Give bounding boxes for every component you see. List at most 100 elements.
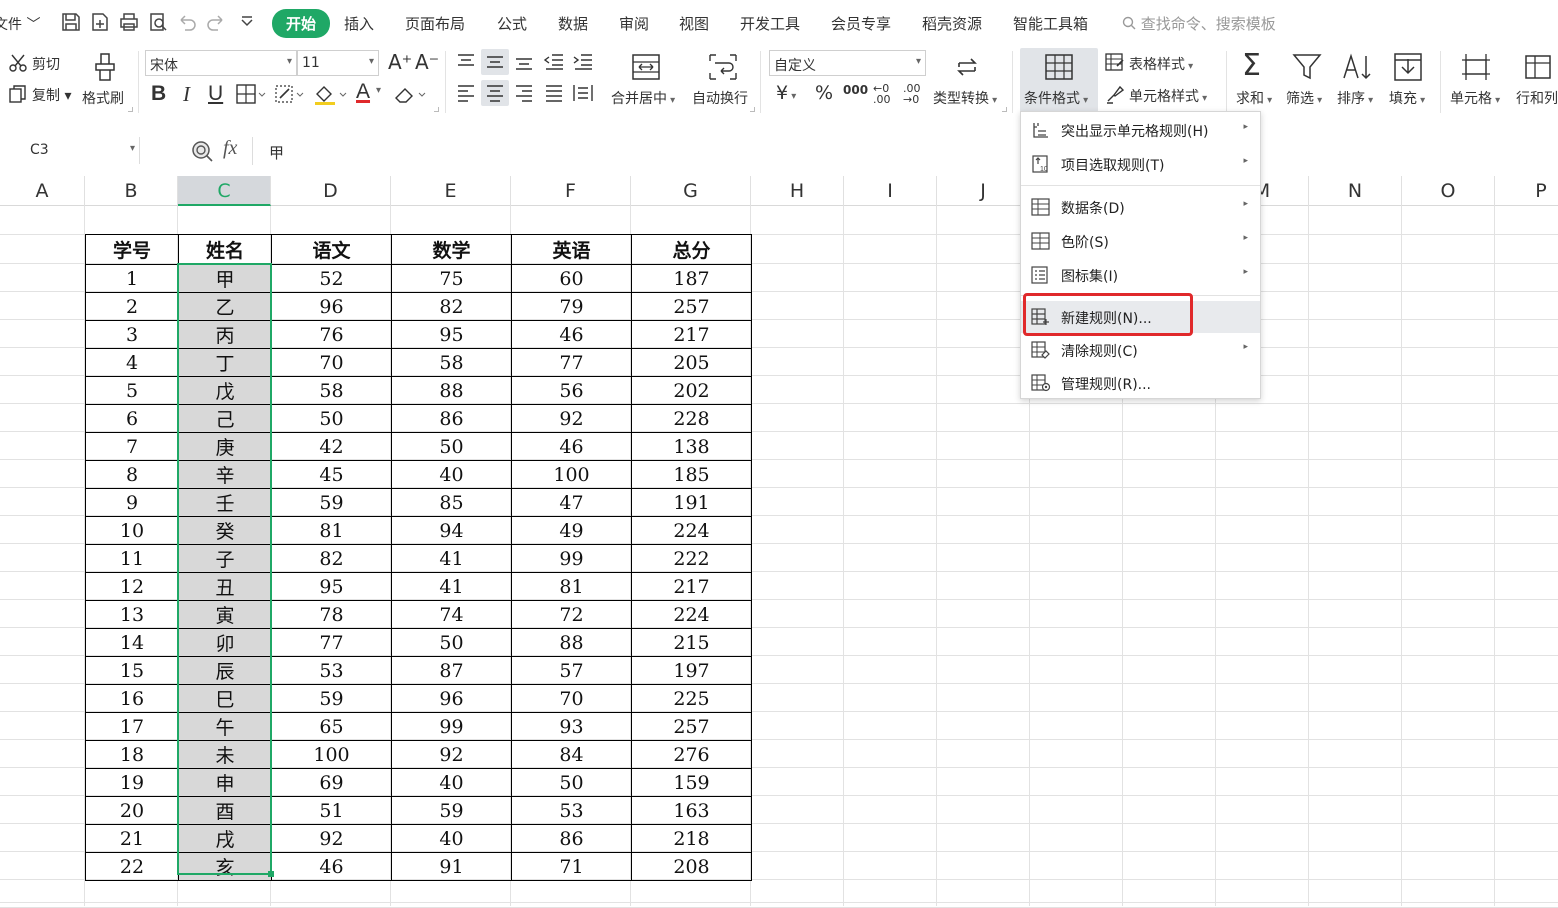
tab-home[interactable]: 开始 [272, 9, 331, 38]
border-icon[interactable] [236, 84, 266, 104]
alignment-group-launcher[interactable] [750, 107, 755, 112]
menu-item-color-scales[interactable]: 色阶(S) ▸ [1021, 225, 1260, 257]
table-cell[interactable]: 60 [511, 264, 632, 293]
column-header-o[interactable]: O [1402, 176, 1495, 206]
column-header-i[interactable]: I [844, 176, 937, 206]
menu-item-manage-rules[interactable]: 管理规则(R)... [1021, 367, 1260, 399]
decrease-indent-icon[interactable] [543, 52, 565, 72]
number-format-select[interactable]: 自定义 ▾ [769, 50, 926, 76]
table-cell[interactable]: 257 [631, 292, 752, 321]
percent-icon[interactable]: % [815, 82, 833, 104]
table-cell[interactable]: 70 [511, 684, 632, 713]
table-cell[interactable]: 58 [391, 348, 512, 377]
column-header-e[interactable]: E [391, 176, 511, 206]
table-header-cell[interactable]: 姓名 [178, 234, 272, 265]
table-cell[interactable]: 子 [178, 544, 272, 573]
tab-data[interactable]: 数据 [558, 13, 588, 34]
table-cell[interactable]: 3 [85, 320, 179, 349]
increase-font-size-icon[interactable]: A⁺ [388, 50, 412, 74]
cut-button[interactable]: 剪切 [8, 53, 68, 75]
tab-insert[interactable]: 插入 [344, 13, 374, 34]
row-col-button[interactable]: 行和列 [1514, 50, 1558, 110]
table-cell[interactable]: 138 [631, 432, 752, 461]
menu-item-top-bottom-rules[interactable]: 10 项目选取规则(T) ▸ [1021, 148, 1260, 180]
table-cell[interactable]: 45 [271, 460, 392, 489]
table-cell[interactable]: 甲 [178, 264, 272, 293]
tab-review[interactable]: 审阅 [619, 13, 649, 34]
increase-indent-icon[interactable] [572, 52, 594, 72]
cell-button[interactable]: 单元格 ▾ [1448, 50, 1508, 110]
align-right-icon[interactable] [513, 83, 535, 103]
tab-view[interactable]: 视图 [679, 13, 709, 34]
table-cell[interactable]: 4 [85, 348, 179, 377]
table-cell[interactable]: 40 [391, 460, 512, 489]
table-cell[interactable]: 53 [511, 796, 632, 825]
table-cell[interactable]: 228 [631, 404, 752, 433]
decrease-font-size-icon[interactable]: A⁻ [415, 50, 439, 74]
quick-access-dropdown-icon[interactable] [236, 11, 258, 33]
wrap-text-button[interactable]: 自动换行 [692, 50, 754, 110]
table-cell[interactable]: 癸 [178, 516, 272, 545]
filter-button[interactable]: 筛选 ▾ [1284, 50, 1334, 110]
print-icon[interactable] [118, 11, 140, 33]
format-painter-button[interactable]: 格式刷 [82, 50, 132, 110]
print-preview-icon[interactable] [147, 11, 169, 33]
table-cell[interactable]: 92 [391, 740, 512, 769]
table-cell[interactable]: 壬 [178, 488, 272, 517]
table-cell[interactable]: 276 [631, 740, 752, 769]
table-cell[interactable]: 86 [511, 824, 632, 853]
table-cell[interactable]: 8 [85, 460, 179, 489]
table-cell[interactable]: 59 [271, 488, 392, 517]
column-header-c[interactable]: C [178, 176, 271, 206]
table-cell[interactable]: 71 [511, 852, 632, 881]
table-cell[interactable]: 1 [85, 264, 179, 293]
table-cell[interactable]: 81 [271, 516, 392, 545]
table-cell[interactable]: 52 [271, 264, 392, 293]
table-cell[interactable]: 庚 [178, 432, 272, 461]
number-group-launcher[interactable] [1002, 107, 1007, 112]
table-cell[interactable]: 2 [85, 292, 179, 321]
table-cell[interactable]: 205 [631, 348, 752, 377]
table-cell[interactable]: 53 [271, 656, 392, 685]
table-cell[interactable]: 217 [631, 572, 752, 601]
table-cell[interactable]: 88 [391, 376, 512, 405]
table-cell[interactable]: 163 [631, 796, 752, 825]
table-cell[interactable]: 17 [85, 712, 179, 741]
table-cell[interactable]: 76 [271, 320, 392, 349]
table-cell[interactable]: 42 [271, 432, 392, 461]
justify-icon[interactable] [543, 83, 565, 103]
decrease-decimal-icon[interactable]: .00 →0 [903, 83, 921, 105]
table-cell[interactable]: 88 [511, 628, 632, 657]
column-header-g[interactable]: G [631, 176, 751, 206]
distributed-align-icon[interactable] [572, 83, 594, 103]
table-cell[interactable]: 50 [511, 768, 632, 797]
table-cell[interactable]: 208 [631, 852, 752, 881]
menu-item-data-bars[interactable]: 数据条(D) ▸ [1021, 191, 1260, 223]
table-cell[interactable]: 187 [631, 264, 752, 293]
command-search[interactable]: 查找命令、搜索模板 [1122, 13, 1276, 34]
table-cell[interactable]: 寅 [178, 600, 272, 629]
table-cell[interactable]: 9 [85, 488, 179, 517]
table-cell[interactable]: 46 [511, 320, 632, 349]
table-cell[interactable]: 49 [511, 516, 632, 545]
table-cell[interactable]: 92 [271, 824, 392, 853]
table-cell[interactable]: 86 [391, 404, 512, 433]
table-cell[interactable]: 7 [85, 432, 179, 461]
table-cell[interactable]: 224 [631, 600, 752, 629]
table-cell[interactable]: 84 [511, 740, 632, 769]
copy-button[interactable]: 复制 ▾ [8, 84, 76, 106]
table-header-cell[interactable]: 学号 [85, 234, 179, 265]
column-header-d[interactable]: D [271, 176, 391, 206]
table-cell[interactable]: 218 [631, 824, 752, 853]
column-header-b[interactable]: B [85, 176, 178, 206]
table-cell[interactable]: 未 [178, 740, 272, 769]
table-cell[interactable]: 100 [271, 740, 392, 769]
conditional-format-button[interactable]: 条件格式 ▾ [1020, 48, 1098, 112]
increase-decimal-icon[interactable]: ←0.00 [873, 83, 891, 105]
font-group-launcher[interactable] [434, 107, 439, 112]
table-cell[interactable]: 丁 [178, 348, 272, 377]
bold-icon[interactable]: B [151, 82, 166, 106]
table-cell[interactable]: 11 [85, 544, 179, 573]
table-cell[interactable]: 14 [85, 628, 179, 657]
menu-item-highlight-cell-rules[interactable]: 突出显示单元格规则(H) ▸ [1021, 114, 1260, 146]
